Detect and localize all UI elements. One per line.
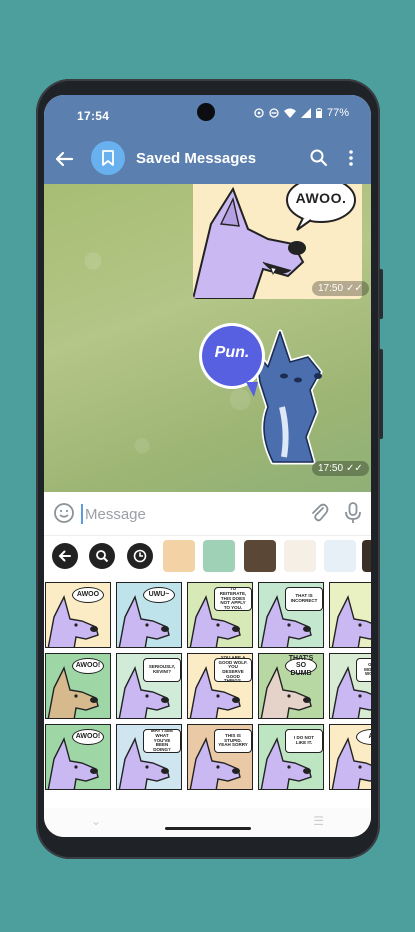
sticker-cell[interactable]: AWOO!	[45, 653, 111, 719]
wolf-sticker-art	[331, 595, 371, 647]
back-arrow-icon	[58, 550, 71, 562]
sticker-caption: Pun.	[214, 344, 250, 361]
sticker-tab-bar	[44, 536, 371, 576]
sticker-cell[interactable]: THAT'S SO DUMB	[258, 653, 324, 719]
message-time-text: 17:50	[318, 283, 344, 294]
sticker-cell[interactable]	[329, 582, 371, 648]
tab-back[interactable]	[52, 543, 78, 569]
chat-title[interactable]: Saved Messages	[136, 150, 256, 167]
sticker-cell[interactable]: I DO NOT LIKE IT.	[258, 724, 324, 790]
data-saver-icon	[254, 108, 264, 118]
sticker-cell[interactable]: AWOO!	[45, 724, 111, 790]
speech-bubble: TO REITERATE, THIS DOES NOT APPLY TO YOU…	[214, 586, 252, 611]
composer-bar	[44, 492, 371, 536]
screen: 17:54 77% Saved Messages AWOO. 17:50 ✓✓ …	[44, 95, 371, 837]
tab-sticker-pack-husky[interactable]	[284, 540, 316, 572]
tab-sticker-pack-blue-wolf[interactable]	[324, 540, 356, 572]
chevron-down-icon[interactable]: ⌄	[91, 814, 101, 828]
tab-search[interactable]	[89, 543, 115, 569]
search-icon[interactable]	[309, 148, 329, 168]
battery-icon	[315, 108, 322, 118]
microphone-icon[interactable]	[344, 502, 362, 524]
more-options-icon[interactable]	[341, 148, 361, 168]
message-time-text: 17:50	[318, 463, 344, 474]
attachment-icon[interactable]	[309, 502, 329, 524]
speech-bubble: AWOO!	[72, 729, 104, 745]
speech-bubble: THIS IS STUPID. YEAH SORRY	[214, 729, 252, 753]
chat-history[interactable]: AWOO. 17:50 ✓✓ Pun. 17:50 ✓✓	[44, 184, 371, 492]
front-camera	[197, 103, 215, 121]
keyboard-icon[interactable]: ☰	[313, 814, 324, 828]
message-input[interactable]	[81, 504, 307, 524]
read-check-icon: ✓✓	[346, 283, 363, 294]
message-time: 17:50 ✓✓	[312, 461, 369, 476]
message-time: 17:50 ✓✓	[312, 281, 369, 296]
sticker-cell[interactable]: TO REITERATE, THIS DOES NOT APPLY TO YOU…	[187, 582, 253, 648]
do-not-disturb-icon	[269, 108, 279, 118]
speech-bubble: AWOO	[72, 587, 104, 603]
wolf-pun-sticker	[199, 323, 323, 465]
message-sticker-pun[interactable]: Pun.	[198, 312, 368, 482]
bookmark-icon	[102, 150, 114, 166]
tab-sticker-pack-dog[interactable]	[244, 540, 276, 572]
status-time: 17:54	[77, 109, 110, 123]
home-gesture-pill[interactable]	[165, 827, 251, 830]
navigation-bar: ⌄ ☰	[44, 808, 371, 837]
app-bar: Saved Messages	[44, 135, 371, 184]
sticker-cell[interactable]: THAT IS INCORRECT	[258, 582, 324, 648]
status-icons: 77%	[254, 107, 349, 119]
speech-bubble: UWU~	[143, 587, 175, 603]
sticker-grid: AWOO UWU~ TO REITERATE, THIS DOES NOT APPL…	[44, 576, 371, 808]
speech-bubble: THAT'S SO DUMB	[285, 655, 317, 677]
search-icon	[96, 550, 109, 563]
sticker-cell[interactable]: SERIOUSLY, KEVIN!?	[116, 653, 182, 719]
tab-sticker-pack-fox[interactable]	[163, 540, 195, 572]
speech-bubble: GOOD MORNING WORLD!!	[356, 658, 371, 682]
speech-bubble: SERIOUSLY, KEVIN!?	[143, 658, 181, 682]
speech-bubble: MAY I SEE WHAT YOU'VE BEEN DOING?	[143, 728, 181, 753]
tab-recent[interactable]	[127, 543, 153, 569]
speech-bubble: I DO NOT LIKE IT.	[285, 729, 323, 753]
volume-button	[379, 349, 383, 439]
speech-bubble: YOU ARE A GOOD WOLF. YOU DESERVE GOOD TH…	[214, 655, 252, 683]
emoji-icon[interactable]	[53, 502, 75, 524]
tab-sticker-pack-more[interactable]	[362, 540, 371, 572]
sticker-cell[interactable]: A.	[329, 724, 371, 790]
read-check-icon: ✓✓	[346, 463, 363, 474]
sticker-caption: AWOO.	[295, 190, 347, 206]
power-button	[379, 269, 383, 319]
battery-percent: 77%	[326, 107, 349, 119]
signal-icon	[300, 108, 311, 118]
tab-sticker-pack-wolf[interactable]	[203, 540, 235, 572]
back-arrow-icon[interactable]	[52, 147, 76, 171]
status-bar: 17:54 77%	[44, 95, 371, 135]
wifi-icon	[283, 108, 296, 118]
clock-icon	[133, 549, 147, 563]
speech-bubble: THAT IS INCORRECT	[285, 587, 323, 611]
speech-bubble: AWOO!	[72, 658, 104, 674]
sticker-cell[interactable]: MAY I SEE WHAT YOU'VE BEEN DOING?	[116, 724, 182, 790]
sticker-cell[interactable]: YOU ARE A GOOD WOLF. YOU DESERVE GOOD TH…	[187, 653, 253, 719]
sticker-cell[interactable]: THIS IS STUPID. YEAH SORRY	[187, 724, 253, 790]
sticker-cell[interactable]: AWOO	[45, 582, 111, 648]
sticker-cell[interactable]: UWU~	[116, 582, 182, 648]
saved-messages-avatar[interactable]	[91, 141, 125, 175]
sticker-cell[interactable]: GOOD MORNING WORLD!!	[329, 653, 371, 719]
